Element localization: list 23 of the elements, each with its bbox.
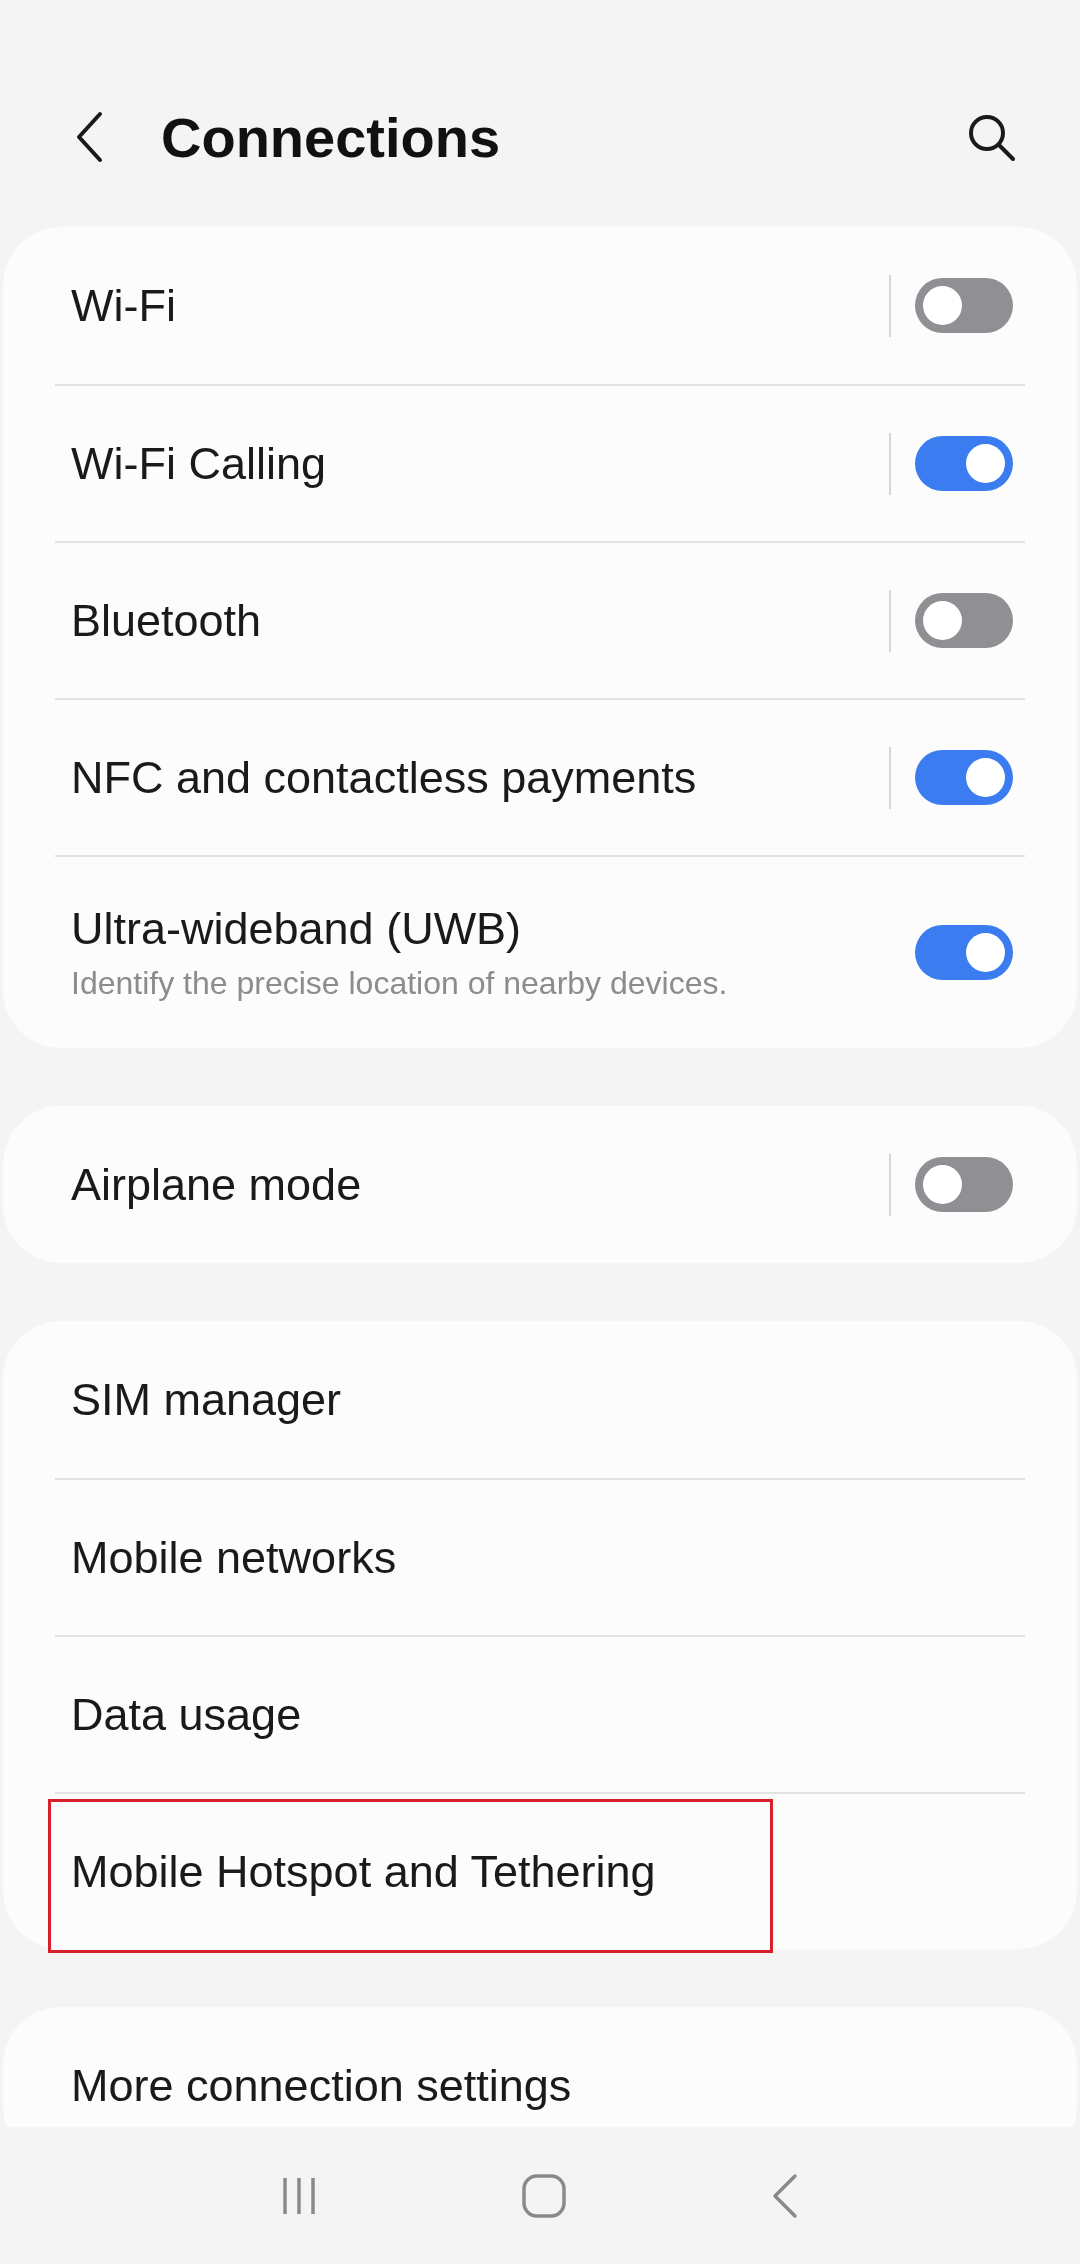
toggle-switch[interactable] bbox=[915, 436, 1013, 491]
toggle-switch[interactable] bbox=[915, 750, 1013, 805]
setting-label[interactable]: Ultra-wideband (UWB) bbox=[71, 903, 915, 955]
toggle-switch[interactable] bbox=[915, 593, 1013, 648]
setting-label[interactable]: SIM manager bbox=[71, 1373, 1025, 1426]
toggle-switch[interactable] bbox=[915, 925, 1013, 980]
setting-label[interactable]: Data usage bbox=[71, 1688, 1025, 1741]
recent-apps-icon[interactable] bbox=[282, 2175, 317, 2216]
setting-label[interactable]: Mobile networks bbox=[71, 1531, 1025, 1584]
toggle-switch[interactable] bbox=[915, 1157, 1013, 1212]
setting-label[interactable]: Mobile Hotspot and Tethering bbox=[71, 1845, 1025, 1898]
search-icon[interactable] bbox=[966, 112, 1016, 162]
back-icon[interactable] bbox=[75, 111, 103, 163]
setting-label[interactable]: Wi-Fi Calling bbox=[71, 437, 889, 490]
toggle-switch[interactable] bbox=[915, 278, 1013, 333]
setting-label[interactable]: NFC and contactless payments bbox=[71, 751, 889, 804]
setting-label[interactable]: More connection settings bbox=[71, 2059, 1025, 2112]
setting-label[interactable]: Airplane mode bbox=[71, 1158, 889, 1211]
setting-label[interactable]: Wi-Fi bbox=[71, 279, 889, 332]
setting-description: Identify the precise location of nearby devices. bbox=[71, 965, 729, 1002]
home-icon[interactable] bbox=[521, 2172, 567, 2219]
page-title: Connections bbox=[161, 104, 502, 170]
setting-label[interactable]: Bluetooth bbox=[71, 594, 889, 647]
